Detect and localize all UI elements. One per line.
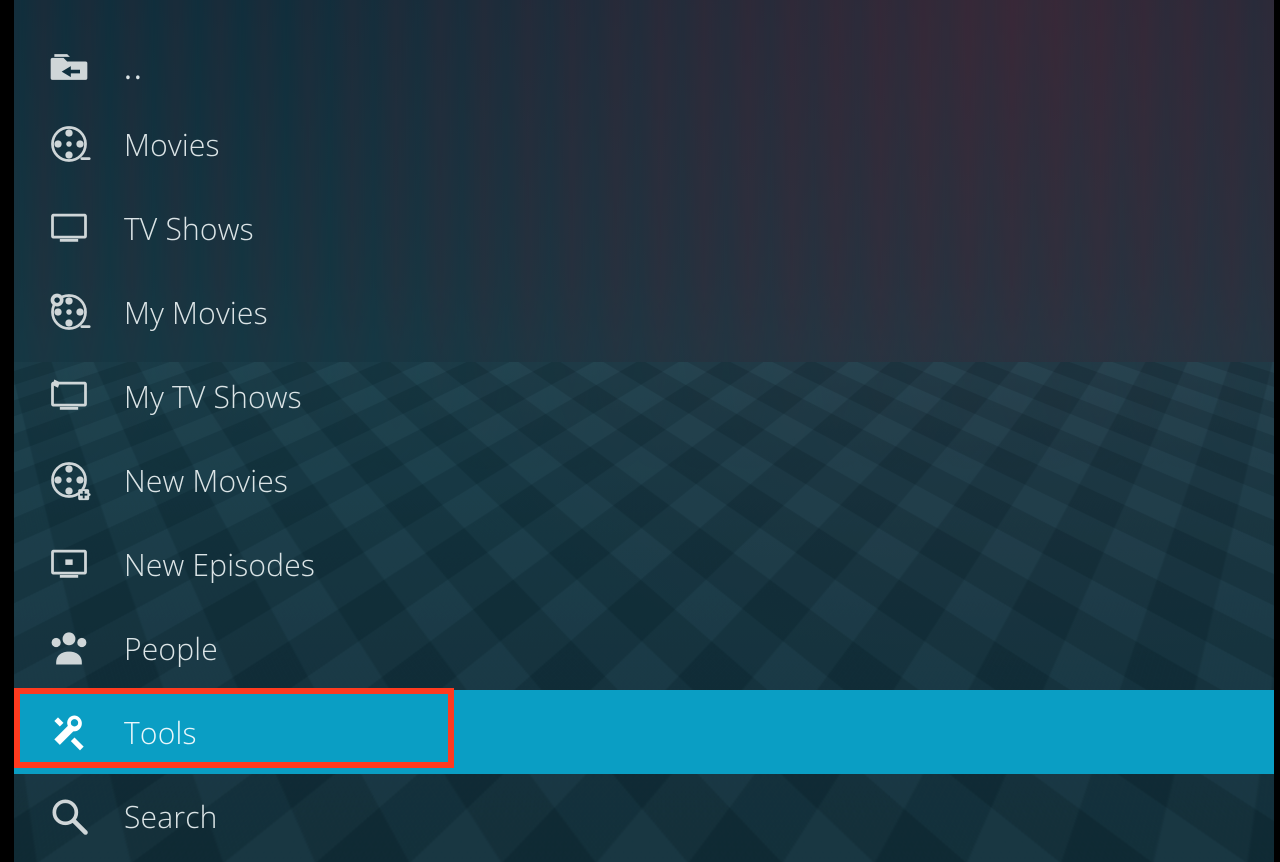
menu-item-label: Search xyxy=(124,796,218,837)
menu-item-label: New Episodes xyxy=(124,544,315,585)
reel-gear-icon xyxy=(42,285,96,339)
menu-item-mymovies[interactable]: My Movies xyxy=(14,270,1274,354)
menu-item-label: .. xyxy=(124,47,144,88)
people-icon xyxy=(42,621,96,675)
menu-item-label: My TV Shows xyxy=(124,376,302,417)
menu-item-newmovies[interactable]: New Movies xyxy=(14,438,1274,522)
menu-item-label: TV Shows xyxy=(124,208,254,249)
menu-item-people[interactable]: People xyxy=(14,606,1274,690)
tv-dot-icon xyxy=(42,537,96,591)
menu-item-search[interactable]: Search xyxy=(14,774,1274,858)
reel-plus-icon xyxy=(42,453,96,507)
menu-item-movies[interactable]: Movies xyxy=(14,102,1274,186)
menu-item-back[interactable]: .. xyxy=(14,32,1274,102)
menu-item-tools[interactable]: Tools xyxy=(14,690,1274,774)
menu-item-label: Tools xyxy=(124,712,197,753)
reel-icon xyxy=(42,117,96,171)
menu-item-label: New Movies xyxy=(124,460,288,501)
right-letterbox xyxy=(1274,0,1280,862)
menu-item-mytvshows[interactable]: My TV Shows xyxy=(14,354,1274,438)
menu-item-newepisodes[interactable]: New Episodes xyxy=(14,522,1274,606)
tv-badge-icon xyxy=(42,369,96,423)
tv-icon xyxy=(42,201,96,255)
menu-item-label: Movies xyxy=(124,124,220,165)
menu-item-label: My Movies xyxy=(124,292,268,333)
left-letterbox xyxy=(0,0,14,862)
menu-item-tvshows[interactable]: TV Shows xyxy=(14,186,1274,270)
menu-item-label: People xyxy=(124,628,218,669)
tools-icon xyxy=(42,705,96,759)
folder-back-icon xyxy=(42,40,96,94)
main-menu: .. Movies TV Shows My Movies My TV Shows… xyxy=(14,0,1274,862)
search-icon xyxy=(42,789,96,843)
